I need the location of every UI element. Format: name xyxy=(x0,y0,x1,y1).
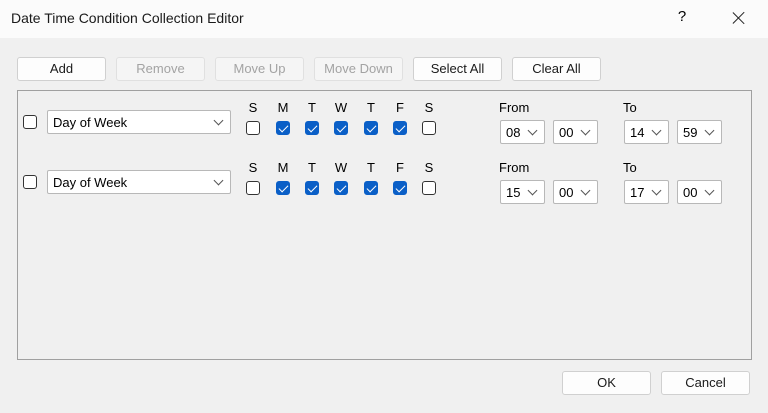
from-hour-value: 08 xyxy=(506,125,521,140)
day-label-fri: F xyxy=(396,160,404,175)
chevron-down-icon xyxy=(527,185,538,196)
day-label-fri: F xyxy=(396,100,404,115)
remove-button[interactable]: Remove xyxy=(116,57,205,81)
title-bar: Date Time Condition Collection Editor ? xyxy=(0,0,768,38)
condition-row: Day of Week S M T W T F S From 08 00 To … xyxy=(18,100,751,151)
window-title: Date Time Condition Collection Editor xyxy=(11,10,244,26)
condition-type-value: Day of Week xyxy=(53,175,128,190)
day-label-sun: S xyxy=(248,100,258,115)
day-checkbox-tue[interactable] xyxy=(305,181,319,195)
to-hour-value: 14 xyxy=(630,125,645,140)
add-button[interactable]: Add xyxy=(17,57,106,81)
to-hour-combo[interactable]: 14 xyxy=(624,120,669,144)
chevron-down-icon xyxy=(580,125,591,136)
to-minute-combo[interactable]: 59 xyxy=(677,120,722,144)
day-checkbox-sun[interactable] xyxy=(246,121,260,135)
day-checkbox-fri[interactable] xyxy=(393,181,407,195)
from-hour-combo[interactable]: 08 xyxy=(500,120,545,144)
to-minute-value: 59 xyxy=(683,125,698,140)
chevron-down-icon xyxy=(213,175,224,186)
condition-type-value: Day of Week xyxy=(53,115,128,130)
condition-type-combo[interactable]: Day of Week xyxy=(47,170,231,194)
from-minute-value: 00 xyxy=(559,185,574,200)
day-checkbox-sat[interactable] xyxy=(422,181,436,195)
row-select-checkbox[interactable] xyxy=(23,175,37,189)
chevron-down-icon xyxy=(527,125,538,136)
close-icon[interactable] xyxy=(728,7,750,29)
move-up-button[interactable]: Move Up xyxy=(215,57,304,81)
day-label-mon: M xyxy=(277,100,289,115)
day-label-tue: T xyxy=(308,100,316,115)
select-all-button[interactable]: Select All xyxy=(413,57,502,81)
day-label-thu: T xyxy=(367,160,375,175)
clear-all-button[interactable]: Clear All xyxy=(512,57,601,81)
chevron-down-icon xyxy=(651,185,662,196)
from-label: From xyxy=(499,160,530,175)
day-label-sat: S xyxy=(424,160,434,175)
day-label-wed: W xyxy=(334,100,348,115)
ok-button[interactable]: OK xyxy=(562,371,651,395)
day-checkbox-wed[interactable] xyxy=(334,181,348,195)
move-down-button[interactable]: Move Down xyxy=(314,57,403,81)
day-label-thu: T xyxy=(367,100,375,115)
chevron-down-icon xyxy=(704,185,715,196)
from-minute-combo[interactable]: 00 xyxy=(553,180,598,204)
chevron-down-icon xyxy=(213,115,224,126)
day-label-tue: T xyxy=(308,160,316,175)
to-hour-combo[interactable]: 17 xyxy=(624,180,669,204)
day-checkbox-sun[interactable] xyxy=(246,181,260,195)
chevron-down-icon xyxy=(704,125,715,136)
from-minute-value: 00 xyxy=(559,125,574,140)
from-label: From xyxy=(499,100,530,115)
day-checkbox-wed[interactable] xyxy=(334,121,348,135)
from-hour-value: 15 xyxy=(506,185,521,200)
from-minute-combo[interactable]: 00 xyxy=(553,120,598,144)
condition-row: Day of Week S M T W T F S From 15 00 To … xyxy=(18,160,751,211)
day-label-mon: M xyxy=(277,160,289,175)
day-label-wed: W xyxy=(334,160,348,175)
cancel-button[interactable]: Cancel xyxy=(661,371,750,395)
to-hour-value: 17 xyxy=(630,185,645,200)
day-checkbox-thu[interactable] xyxy=(364,121,378,135)
day-checkbox-tue[interactable] xyxy=(305,121,319,135)
chevron-down-icon xyxy=(651,125,662,136)
conditions-panel: Day of Week S M T W T F S From 08 00 To … xyxy=(17,90,752,360)
to-label: To xyxy=(623,100,637,115)
day-checkbox-fri[interactable] xyxy=(393,121,407,135)
day-checkbox-sat[interactable] xyxy=(422,121,436,135)
help-button[interactable]: ? xyxy=(673,8,691,28)
day-label-sat: S xyxy=(424,100,434,115)
row-select-checkbox[interactable] xyxy=(23,115,37,129)
from-hour-combo[interactable]: 15 xyxy=(500,180,545,204)
day-label-sun: S xyxy=(248,160,258,175)
condition-type-combo[interactable]: Day of Week xyxy=(47,110,231,134)
day-checkbox-thu[interactable] xyxy=(364,181,378,195)
day-checkbox-mon[interactable] xyxy=(276,121,290,135)
to-label: To xyxy=(623,160,637,175)
to-minute-combo[interactable]: 00 xyxy=(677,180,722,204)
chevron-down-icon xyxy=(580,185,591,196)
to-minute-value: 00 xyxy=(683,185,698,200)
day-checkbox-mon[interactable] xyxy=(276,181,290,195)
